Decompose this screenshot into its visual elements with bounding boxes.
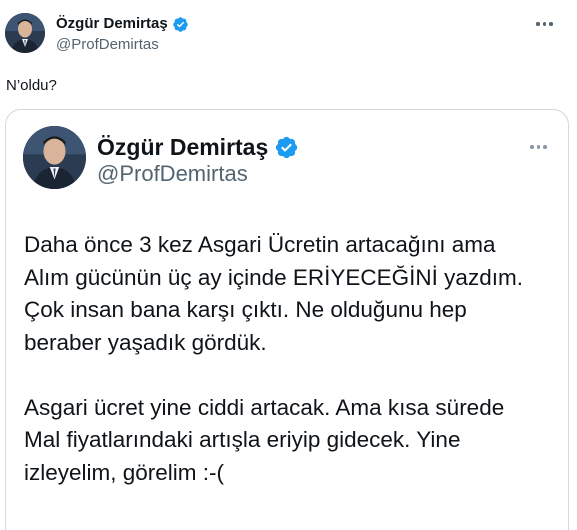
quoted-author-name[interactable]: Özgür Demirtaş <box>97 133 299 161</box>
quoted-text-line: izleyelim, görelim :-( <box>24 459 225 485</box>
author-handle[interactable]: @ProfDemirtas <box>56 36 159 54</box>
quoted-text-line: Çok insan bana karşı çıktı. Ne olduğunu … <box>24 297 467 322</box>
quoted-text-line: Asgari ücret yine ciddi artacak. Ama kıs… <box>24 394 505 420</box>
quoted-author-avatar[interactable] <box>23 126 86 189</box>
profile-photo-avatar-icon <box>5 13 45 53</box>
quoted-author-handle[interactable]: @ProfDemirtas <box>97 160 248 188</box>
quoted-text-line: Mal fiyatlarındaki artışla eriyip gidece… <box>24 427 461 452</box>
more-options-icon[interactable] <box>536 22 553 26</box>
quoted-tweet-text: Daha önce 3 kez Asgari Ücretin artacağın… <box>24 229 564 489</box>
quoted-text-line: beraber yaşadık gördük. <box>24 329 267 355</box>
tweet-text: N’oldu? <box>6 77 57 94</box>
profile-photo-avatar-icon <box>23 126 86 189</box>
quoted-text-line <box>24 359 564 392</box>
quoted-text-line: Daha önce 3 kez Asgari Ücretin artacağın… <box>24 232 496 257</box>
author-name[interactable]: Özgür Demirtaş <box>56 15 189 33</box>
more-options-icon <box>530 145 547 149</box>
quoted-text-line: Alım gücünün üç ay içinde ERİYECEĞİNİ ya… <box>24 264 523 290</box>
verified-badge-icon <box>274 135 299 160</box>
tweet: Özgür Demirtaş @ProfDemirtas N’oldu? Özg… <box>0 0 577 530</box>
author-avatar[interactable] <box>5 13 45 53</box>
verified-badge-icon <box>172 16 189 33</box>
